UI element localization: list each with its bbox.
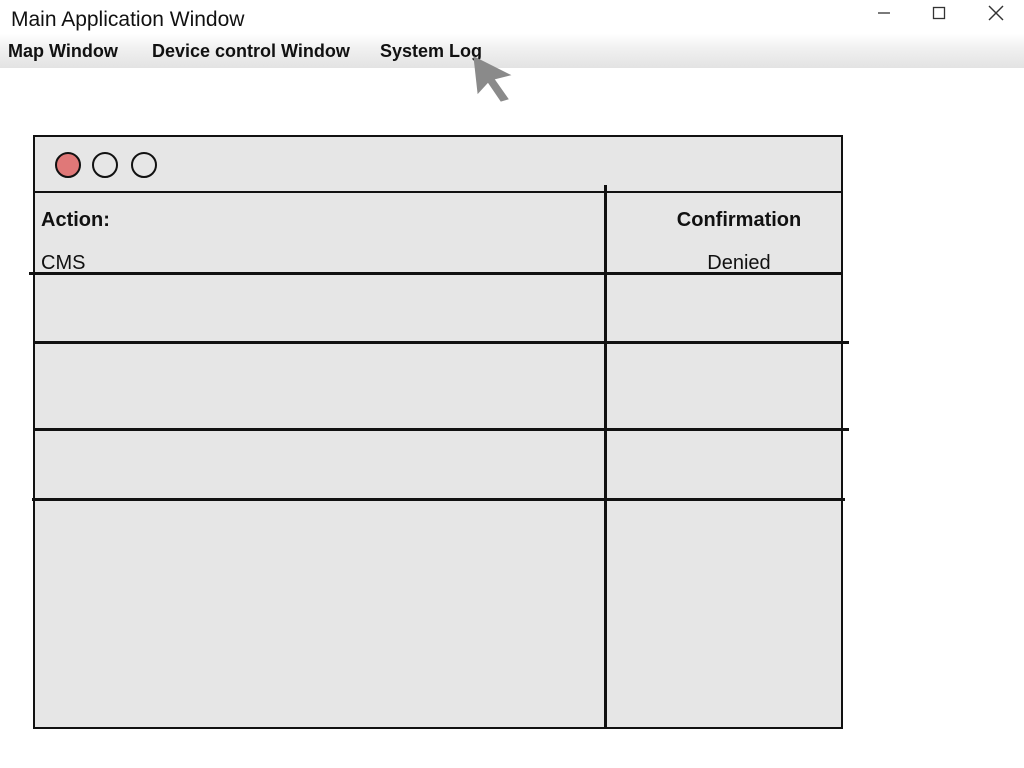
close-button[interactable] bbox=[974, 0, 1018, 26]
traffic-light-dot-2[interactable] bbox=[92, 152, 118, 178]
table-row bbox=[35, 344, 841, 428]
table-row bbox=[35, 431, 841, 498]
menu-item-map-window[interactable]: Map Window bbox=[8, 41, 118, 62]
title-bar: Main Application Window bbox=[0, 0, 1024, 34]
system-log-panel: Action: Confirmation CMS Denied bbox=[29, 135, 849, 729]
column-header-action: Action: bbox=[41, 209, 110, 231]
table-row bbox=[35, 275, 841, 341]
window-title: Main Application Window bbox=[11, 8, 245, 31]
main-application-window: Main Application Window Map Window Devic… bbox=[0, 0, 1024, 768]
menu-item-device-control-window[interactable]: Device control Window bbox=[152, 41, 350, 62]
panel-header bbox=[35, 137, 841, 193]
table-row bbox=[35, 501, 841, 725]
menu-item-system-log[interactable]: System Log bbox=[380, 41, 482, 62]
minimize-button[interactable] bbox=[862, 0, 906, 26]
menu-bar: Map Window Device control Window System … bbox=[0, 34, 1024, 68]
traffic-light-dot-red[interactable] bbox=[55, 152, 81, 178]
close-icon bbox=[988, 5, 1004, 21]
column-header-confirmation: Confirmation bbox=[676, 209, 802, 231]
maximize-button[interactable] bbox=[917, 0, 961, 26]
maximize-icon bbox=[932, 6, 946, 20]
minimize-icon bbox=[878, 12, 890, 14]
traffic-light-dot-3[interactable] bbox=[131, 152, 157, 178]
